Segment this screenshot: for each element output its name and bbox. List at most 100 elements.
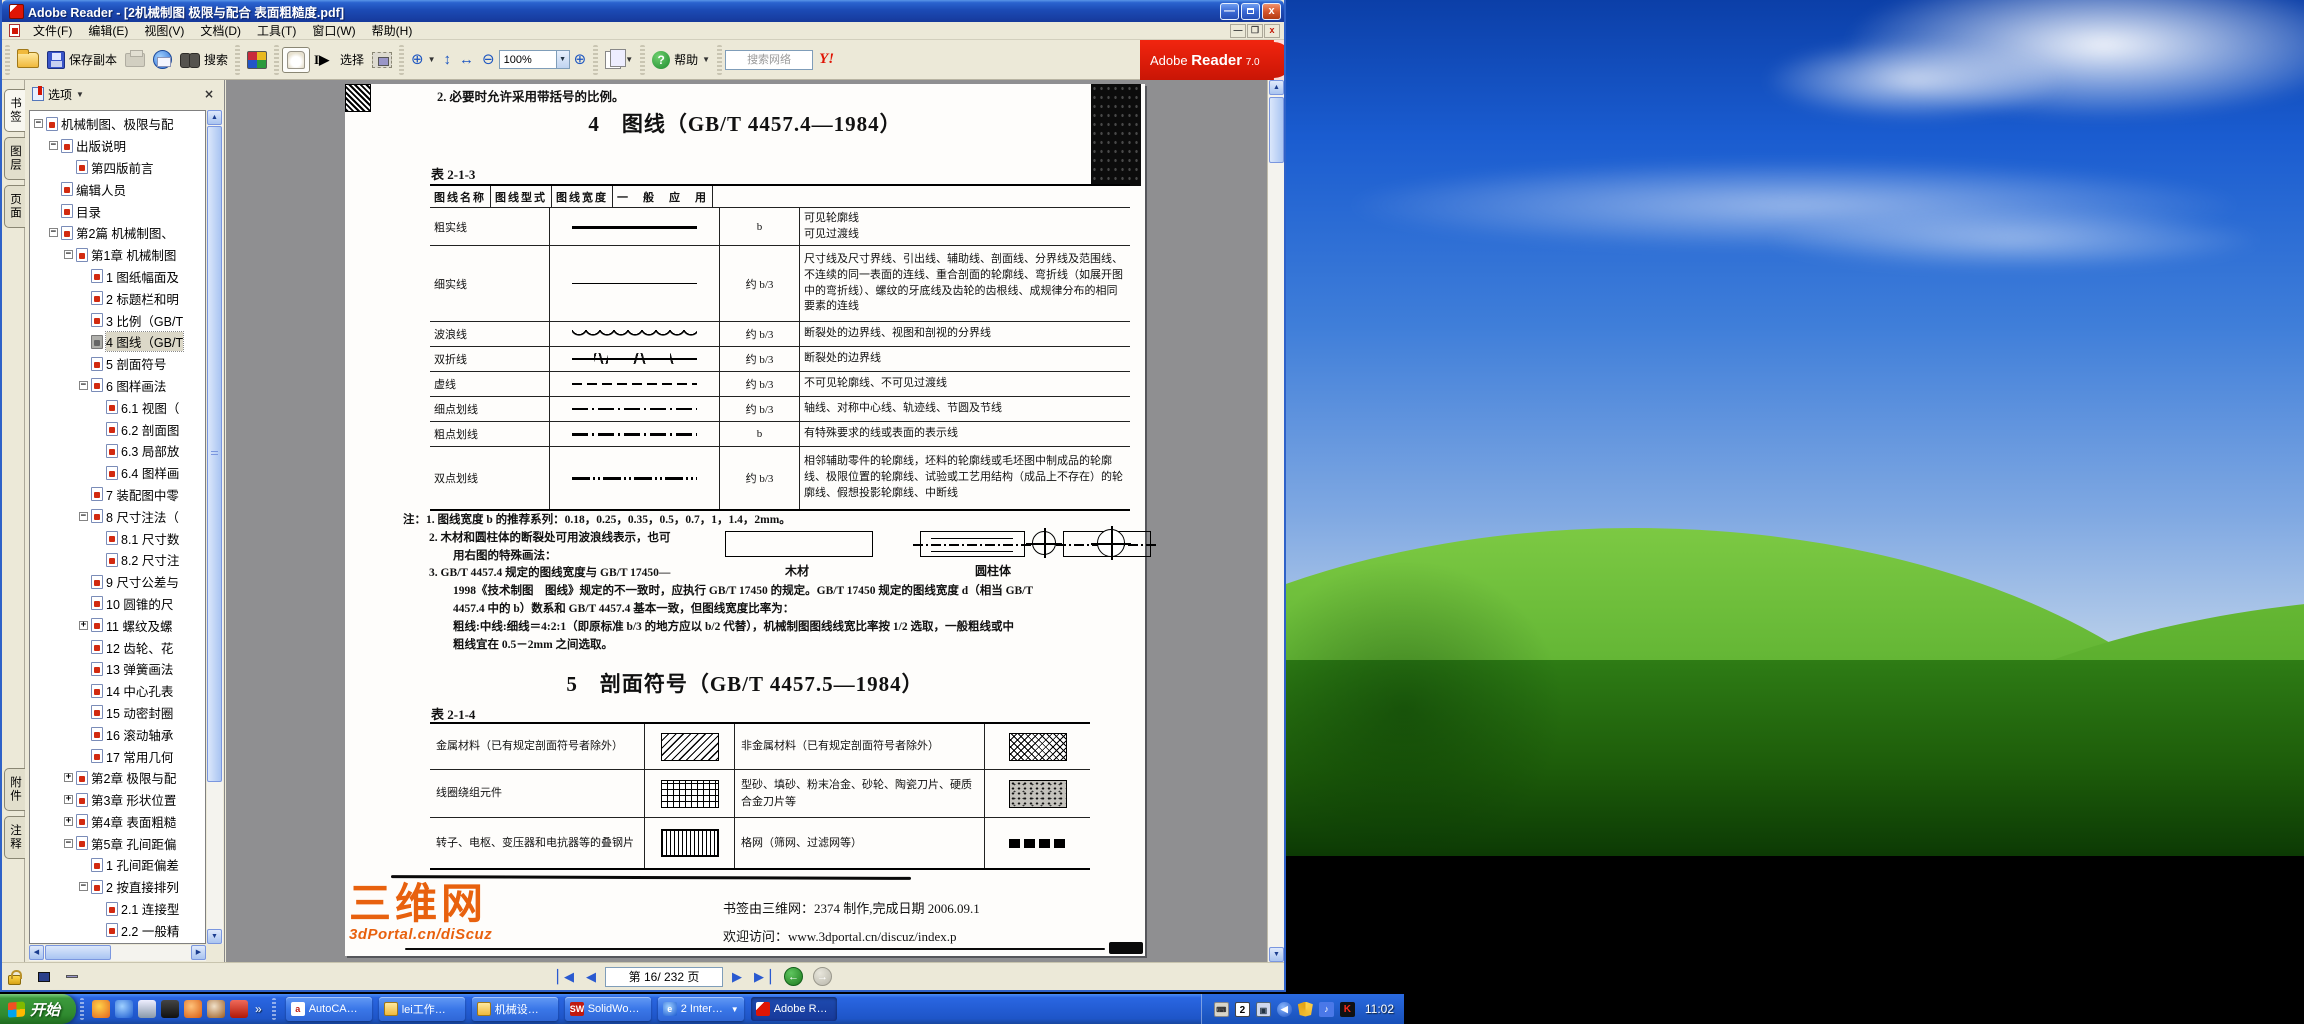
bookmark-label[interactable]: 17 常用几何 — [106, 747, 173, 766]
tray-icon[interactable]: ◀ — [1276, 1001, 1292, 1017]
bookmark-item[interactable]: 2.2 一般精 — [30, 919, 205, 941]
continuous-view-button[interactable] — [61, 967, 83, 987]
bookmark-item[interactable]: 4 图线（GB/T — [30, 331, 205, 353]
bookmark-label[interactable]: 2.1 连接型 — [121, 899, 179, 918]
quick-launch-icon[interactable] — [207, 1000, 226, 1018]
bookmark-label[interactable]: 第四版前言 — [91, 158, 154, 177]
options-menu-button[interactable]: 选项 — [48, 86, 72, 103]
bookmark-label[interactable]: 第3章 形状位置 — [91, 790, 176, 809]
close-button[interactable]: x — [1262, 2, 1281, 20]
chevron-down-icon[interactable]: ▼ — [625, 55, 633, 64]
previous-page-button[interactable]: ◀ — [583, 966, 599, 988]
bookmark-item[interactable]: 6.4 图样画 — [30, 462, 205, 484]
web-search-input[interactable]: 搜索网络 — [725, 49, 814, 70]
bookmark-label[interactable]: 1 图纸幅面及 — [106, 267, 179, 286]
picture-tasks-button[interactable] — [243, 48, 271, 72]
print-button[interactable] — [121, 49, 149, 70]
bookmark-item[interactable]: 第2篇 机械制图、 — [30, 222, 205, 244]
zoom-level-input[interactable]: 100% — [498, 50, 557, 69]
bookmark-item[interactable]: 编辑人员 — [30, 178, 205, 200]
zoom-tool-button[interactable]: ⊕ ▼ — [407, 48, 440, 72]
bookmark-item[interactable]: 第5章 孔间距偏 — [30, 832, 205, 854]
sidebar-tab[interactable]: 附件 — [4, 768, 25, 811]
tray-icon[interactable]: K — [1339, 1001, 1355, 1017]
task-button[interactable]: a AutoCAD 20... — [285, 997, 372, 1021]
bookmark-item[interactable]: 17 常用几何 — [30, 745, 205, 767]
chevron-down-icon[interactable]: ▼ — [702, 55, 710, 64]
chevron-down-icon[interactable]: ▼ — [76, 90, 84, 99]
expander-icon[interactable] — [64, 795, 73, 805]
toolbar-grip[interactable] — [399, 44, 405, 75]
bookmark-label[interactable]: 2 按直接排列 — [106, 877, 179, 896]
zoom-dropdown-button[interactable]: ▼ — [556, 50, 570, 69]
menu-item[interactable]: 文档(D) — [192, 21, 249, 40]
bookmark-label[interactable]: 9 尺寸公差与 — [106, 572, 179, 591]
sidebar-tab[interactable]: 图层 — [4, 137, 25, 180]
bookmark-item[interactable]: 9 尺寸公差与 — [30, 571, 205, 593]
zoom-out-button[interactable]: ⊖ — [478, 48, 499, 72]
expander-icon[interactable] — [49, 228, 58, 238]
bookmark-item[interactable]: 1 孔间距偏差 — [30, 854, 205, 876]
quick-launch-icon[interactable] — [138, 1000, 157, 1018]
scrollbar-thumb[interactable] — [207, 126, 222, 782]
page-display-button[interactable]: ▼ — [601, 48, 637, 72]
next-view-button[interactable]: → — [813, 967, 832, 986]
menu-item[interactable]: 帮助(H) — [364, 21, 421, 40]
expander-icon[interactable] — [64, 773, 73, 783]
bookmark-label[interactable]: 第2章 极限与配 — [91, 768, 176, 787]
page-number-input[interactable]: 第 16/ 232 页 — [605, 966, 723, 987]
bookmark-label[interactable]: 5 剖面符号 — [106, 354, 166, 373]
bookmark-item[interactable]: 10 圆锥的尺 — [30, 593, 205, 615]
bookmark-label[interactable]: 第2篇 机械制图、 — [76, 223, 174, 242]
fit-width-button[interactable]: ↔ — [455, 48, 478, 72]
bookmark-label[interactable]: 6.3 局部放 — [121, 441, 179, 460]
restore-button[interactable] — [1241, 2, 1260, 20]
task-button[interactable]: Adobe Read... — [750, 997, 837, 1021]
search-button[interactable]: 搜索 — [176, 48, 232, 71]
previous-view-button[interactable]: ← — [784, 967, 803, 986]
bookmark-item[interactable]: 第2章 极限与配 — [30, 767, 205, 789]
expander-icon[interactable] — [79, 882, 88, 892]
sidebar-tab[interactable]: 页面 — [4, 185, 25, 228]
bookmark-label[interactable]: 6.2 剖面图 — [121, 420, 179, 439]
close-panel-button[interactable]: × — [200, 86, 218, 102]
email-button[interactable] — [149, 47, 176, 72]
scroll-up-button[interactable] — [1269, 80, 1284, 95]
bookmark-label[interactable]: 8 尺寸注法（ — [106, 507, 179, 526]
bookmark-item[interactable]: 第四版前言 — [30, 157, 205, 179]
toolbar-grip[interactable] — [235, 44, 241, 75]
expander-icon[interactable] — [64, 838, 73, 848]
bookmark-label[interactable]: 6.1 视图（ — [121, 398, 179, 417]
bookmark-item[interactable]: 2 按直接排列 — [30, 876, 205, 898]
chevron-down-icon[interactable]: ▼ — [428, 55, 436, 64]
bookmark-label[interactable]: 1 孔间距偏差 — [106, 855, 179, 874]
bookmark-item[interactable]: 16 滚动轴承 — [30, 723, 205, 745]
bookmark-item[interactable]: 机械制图、极限与配 — [30, 113, 205, 135]
bookmark-item[interactable]: 2.1 连接型 — [30, 898, 205, 920]
taskbar-clock[interactable]: 11:02 — [1365, 1002, 1394, 1016]
tray-icon[interactable]: ▣ — [1255, 1001, 1271, 1017]
bookmark-label[interactable]: 10 圆锥的尺 — [106, 594, 173, 613]
bookmark-item[interactable]: 5 剖面符号 — [30, 353, 205, 375]
bookmark-label[interactable]: 11 螺纹及螺 — [106, 616, 172, 635]
bookmark-item[interactable]: 13 弹簧画法 — [30, 658, 205, 680]
sidebar-tab[interactable]: 书签 — [4, 89, 25, 132]
select-tool-button[interactable]: 选择 — [310, 48, 368, 71]
bookmark-item[interactable]: 8.1 尺寸数 — [30, 527, 205, 549]
minimize-button[interactable]: — — [1220, 2, 1239, 20]
bookmark-label[interactable]: 8.2 尺寸注 — [121, 550, 179, 569]
menu-item[interactable]: 视图(V) — [136, 21, 192, 40]
menu-item[interactable]: 编辑(E) — [80, 21, 136, 40]
save-copy-button[interactable]: 保存副本 — [43, 48, 121, 72]
document-vertical-scrollbar[interactable] — [1267, 80, 1284, 962]
expander-icon[interactable] — [49, 141, 58, 151]
quick-launch-icon[interactable] — [184, 1000, 203, 1018]
bookmark-label[interactable]: 编辑人员 — [76, 180, 126, 199]
bookmark-item[interactable]: 14 中心孔表 — [30, 680, 205, 702]
scroll-left-button[interactable] — [29, 945, 44, 960]
bookmark-item[interactable]: 7 装配图中零 — [30, 484, 205, 506]
toolbar-grip[interactable] — [593, 44, 599, 75]
quick-launch-icon[interactable] — [92, 1000, 111, 1018]
scroll-right-button[interactable] — [191, 945, 206, 960]
bookmark-item[interactable]: 2 标题栏和明 — [30, 287, 205, 309]
